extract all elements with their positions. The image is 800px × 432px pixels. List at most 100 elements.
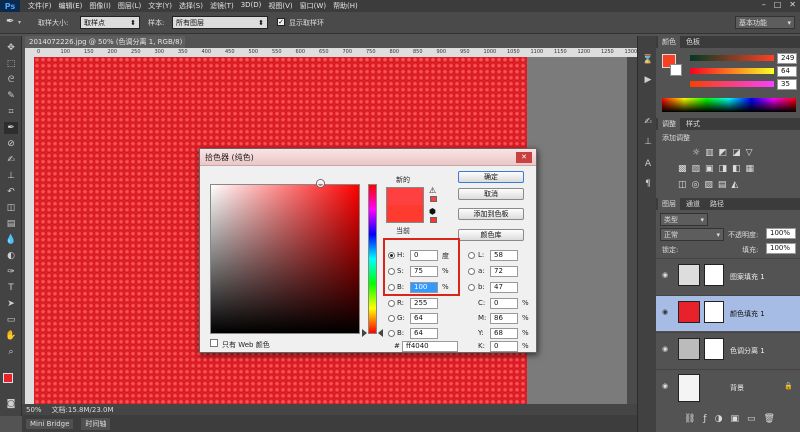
foreground-color-swatch[interactable] (3, 373, 13, 383)
color-field[interactable] (210, 184, 360, 334)
hue-slider[interactable] (368, 184, 377, 334)
menu-image[interactable]: 图像(I) (89, 1, 111, 11)
history-icon[interactable]: ⌛ (641, 54, 655, 66)
b-radio[interactable] (388, 284, 395, 291)
visibility-eye-icon[interactable]: ◉ (662, 382, 668, 390)
hue-slider-handle-left[interactable] (362, 329, 367, 337)
menu-3d[interactable]: 3D(D) (241, 1, 262, 11)
chevron-down-icon[interactable]: ▾ (18, 19, 21, 26)
workspace-select[interactable]: 基本功能 ▾ (735, 16, 795, 29)
blend-mode-select[interactable]: 正常 ▾ (660, 228, 724, 241)
g-radio[interactable] (388, 315, 395, 322)
character-icon[interactable]: A (641, 158, 655, 170)
close-icon[interactable]: ✕ (516, 152, 532, 163)
paragraph-icon[interactable]: ¶ (641, 178, 655, 190)
tab-timeline[interactable]: 时间轴 (81, 417, 111, 430)
gradient-tool-icon[interactable]: ▤ (4, 218, 18, 230)
zoom-level[interactable]: 50% (26, 406, 42, 414)
layers-footer-icons[interactable]: ⛓ƒ◑▣▭🗑 (684, 414, 783, 424)
type-tool-icon[interactable]: T (4, 282, 18, 294)
maximize-button[interactable]: □ (774, 0, 782, 9)
menu-filter[interactable]: 滤镜(T) (210, 1, 234, 11)
close-window-button[interactable]: ✕ (789, 0, 796, 9)
y-field[interactable]: 68 (490, 328, 518, 339)
marquee-tool-icon[interactable]: ⬚ (4, 58, 18, 70)
menu-help[interactable]: 帮助(H) (333, 1, 358, 11)
web-safe-swatch[interactable] (430, 217, 437, 223)
visibility-eye-icon[interactable]: ◉ (662, 308, 668, 316)
color-libraries-button[interactable]: 颜色库 (458, 229, 524, 241)
actions-icon[interactable]: ▶ (641, 74, 655, 86)
c-field[interactable]: 0 (490, 298, 518, 309)
zoom-tool-icon[interactable]: ⌕ (4, 346, 18, 358)
brush-tool-icon[interactable]: ✍ (4, 154, 18, 166)
menu-select[interactable]: 选择(S) (179, 1, 203, 11)
clone-source-icon[interactable]: ⊥ (641, 136, 655, 148)
tab-adjustments[interactable]: 调整 (658, 118, 680, 130)
shape-tool-icon[interactable]: ▭ (4, 314, 18, 326)
ok-button[interactable]: 确定 (458, 171, 524, 183)
tab-swatches[interactable]: 色板 (682, 36, 704, 48)
tab-color[interactable]: 颜色 (658, 36, 680, 48)
web-only-checkbox[interactable] (210, 339, 218, 347)
quick-mask-icon[interactable]: ◙ (4, 398, 18, 410)
b-value-field[interactable]: 35 (777, 79, 797, 90)
a-radio[interactable] (468, 268, 475, 275)
menu-file[interactable]: 文件(F) (28, 1, 52, 11)
menu-type[interactable]: 文字(Y) (148, 1, 172, 11)
hand-tool-icon[interactable]: ✋ (4, 330, 18, 342)
blue-field[interactable]: 64 (410, 328, 438, 339)
b-field[interactable]: 100 (410, 282, 438, 293)
color-field-marker[interactable] (317, 180, 324, 187)
layer-row[interactable]: ◉ 背景 🔒 (656, 369, 800, 405)
tab-paths[interactable]: 路径 (706, 198, 728, 210)
tab-mini-bridge[interactable]: Mini Bridge (26, 418, 74, 429)
r-slider[interactable] (690, 55, 774, 61)
hue-slider-handle-right[interactable] (378, 329, 383, 337)
clone-stamp-tool-icon[interactable]: ⊥ (4, 170, 18, 182)
g-field[interactable]: 64 (410, 313, 438, 324)
h-radio[interactable] (388, 252, 395, 259)
adjustment-icons-row-1[interactable]: ☼▥◩◪▽ (692, 148, 758, 158)
eyedropper-tool-icon[interactable]: ✒ (4, 122, 18, 134)
hex-field[interactable]: ff4040 (402, 341, 458, 352)
lab-b-field[interactable]: 47 (490, 282, 518, 293)
web-safe-cube-icon[interactable]: ⬢ (429, 207, 436, 216)
minimize-button[interactable]: – (762, 0, 766, 9)
r-radio[interactable] (388, 300, 395, 307)
eyedropper-icon[interactable]: ✒ (6, 16, 14, 27)
a-field[interactable]: 72 (490, 266, 518, 277)
quick-select-tool-icon[interactable]: ✎ (4, 90, 18, 102)
l-radio[interactable] (468, 252, 475, 259)
show-ring-checkbox[interactable]: ✓ (277, 18, 285, 26)
add-to-swatches-button[interactable]: 添加到色板 (458, 208, 524, 220)
eraser-tool-icon[interactable]: ◫ (4, 202, 18, 214)
document-tab[interactable]: 2014072226.jpg @ 50% (色调分离 1, RGB/8) * × (25, 36, 185, 48)
visibility-eye-icon[interactable]: ◉ (662, 271, 668, 279)
menu-view[interactable]: 视图(V) (268, 1, 292, 11)
layer-row[interactable]: ◉ 颜色填充 1 (656, 295, 800, 331)
r-value-field[interactable]: 249 (777, 53, 797, 64)
menu-layer[interactable]: 图层(L) (118, 1, 141, 11)
menu-window[interactable]: 窗口(W) (300, 1, 326, 11)
panel-background-swatch[interactable] (670, 64, 682, 76)
b-slider[interactable] (690, 81, 774, 87)
lasso-tool-icon[interactable]: ᘓ (4, 74, 18, 86)
layer-filter-select[interactable]: 类型 ▾ (660, 213, 708, 226)
h-field[interactable]: 0 (410, 250, 438, 261)
blur-tool-icon[interactable]: 💧 (4, 234, 18, 246)
lab-b-radio[interactable] (468, 284, 475, 291)
l-field[interactable]: 58 (490, 250, 518, 261)
fill-field[interactable]: 100% (766, 243, 796, 254)
tab-channels[interactable]: 通道 (682, 198, 704, 210)
k-field[interactable]: 0 (490, 341, 518, 352)
visibility-eye-icon[interactable]: ◉ (662, 345, 668, 353)
tab-styles[interactable]: 样式 (682, 118, 704, 130)
brush-panel-icon[interactable]: ✍ (641, 116, 655, 128)
move-tool-icon[interactable]: ✥ (4, 42, 18, 54)
history-brush-tool-icon[interactable]: ↶ (4, 186, 18, 198)
layer-row[interactable]: ◉ 图案填充 1 (656, 258, 800, 294)
sample-size-select[interactable]: 取样点 ⬍ (80, 16, 140, 29)
layer-row[interactable]: ◉ 色调分离 1 (656, 332, 800, 368)
gamut-warning-swatch[interactable] (430, 196, 437, 202)
